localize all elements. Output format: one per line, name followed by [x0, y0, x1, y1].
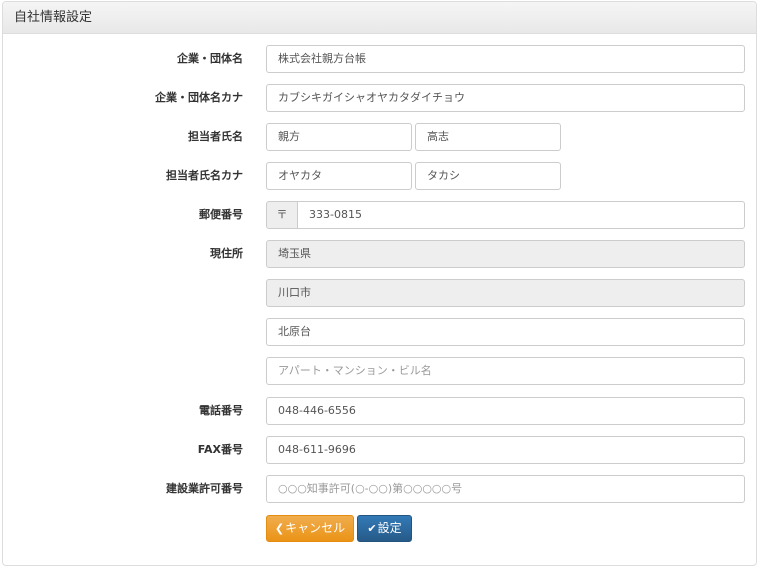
phone-label: 電話番号 — [199, 404, 243, 417]
phone-input[interactable]: 048-446-6556 — [266, 397, 745, 425]
city-field: 川口市 — [266, 279, 745, 307]
postal-mark-addon: 〒 — [266, 201, 298, 229]
prefecture-field: 埼玉県 — [266, 240, 745, 268]
postal-row: 郵便番号 〒 333-0815 — [3, 201, 756, 229]
street-input[interactable]: 北原台 — [266, 318, 745, 346]
person-name-row: 担当者氏名 親方 高志 — [3, 123, 756, 151]
postal-label: 郵便番号 — [199, 208, 243, 221]
person-kana-label: 担当者氏名カナ — [166, 169, 243, 182]
company-name-label: 企業・団体名 — [177, 52, 243, 65]
button-row: ❮キャンセル ✔設定 — [3, 515, 756, 543]
chevron-left-icon: ❮ — [274, 522, 285, 535]
last-name-kana-input[interactable]: オヤカタ — [266, 162, 412, 190]
first-name-kana-input[interactable]: タカシ — [415, 162, 561, 190]
phone-row: 電話番号 048-446-6556 — [3, 397, 756, 425]
company-settings-panel: 自社情報設定 企業・団体名 株式会社親方台帳 企業・団体名カナ カブシキガイシャ… — [2, 1, 757, 566]
fax-label: FAX番号 — [197, 443, 243, 456]
fax-row: FAX番号 048-611-9696 — [3, 436, 756, 464]
address-label: 現住所 — [210, 247, 243, 260]
street-row: 北原台 — [3, 318, 756, 346]
submit-button[interactable]: ✔設定 — [357, 515, 412, 542]
company-kana-input[interactable]: カブシキガイシャオヤカタダイチョウ — [266, 84, 745, 112]
fax-input[interactable]: 048-611-9696 — [266, 436, 745, 464]
first-name-input[interactable]: 高志 — [415, 123, 561, 151]
building-row: アパート・マンション・ビル名 — [3, 357, 756, 385]
license-row: 建設業許可番号 ○○○知事許可(○-○○)第○○○○○号 — [3, 475, 756, 503]
person-kana-row: 担当者氏名カナ オヤカタ タカシ — [3, 162, 756, 190]
company-name-input[interactable]: 株式会社親方台帳 — [266, 45, 745, 73]
prefecture-row: 現住所 埼玉県 — [3, 240, 756, 268]
postal-code-input[interactable]: 333-0815 — [297, 201, 745, 229]
company-kana-label: 企業・団体名カナ — [155, 91, 243, 104]
company-name-row: 企業・団体名 株式会社親方台帳 — [3, 45, 756, 73]
city-row: 川口市 — [3, 279, 756, 307]
check-icon: ✔ — [367, 522, 377, 535]
company-kana-row: 企業・団体名カナ カブシキガイシャオヤカタダイチョウ — [3, 84, 756, 112]
license-number-input[interactable]: ○○○知事許可(○-○○)第○○○○○号 — [266, 475, 745, 503]
last-name-input[interactable]: 親方 — [266, 123, 412, 151]
panel-title: 自社情報設定 — [3, 2, 756, 34]
submit-button-label: 設定 — [377, 521, 402, 535]
license-label: 建設業許可番号 — [166, 482, 243, 495]
person-name-label: 担当者氏名 — [188, 130, 243, 143]
building-input[interactable]: アパート・マンション・ビル名 — [266, 357, 745, 385]
cancel-button-label: キャンセル — [285, 521, 346, 535]
cancel-button[interactable]: ❮キャンセル — [266, 515, 354, 542]
